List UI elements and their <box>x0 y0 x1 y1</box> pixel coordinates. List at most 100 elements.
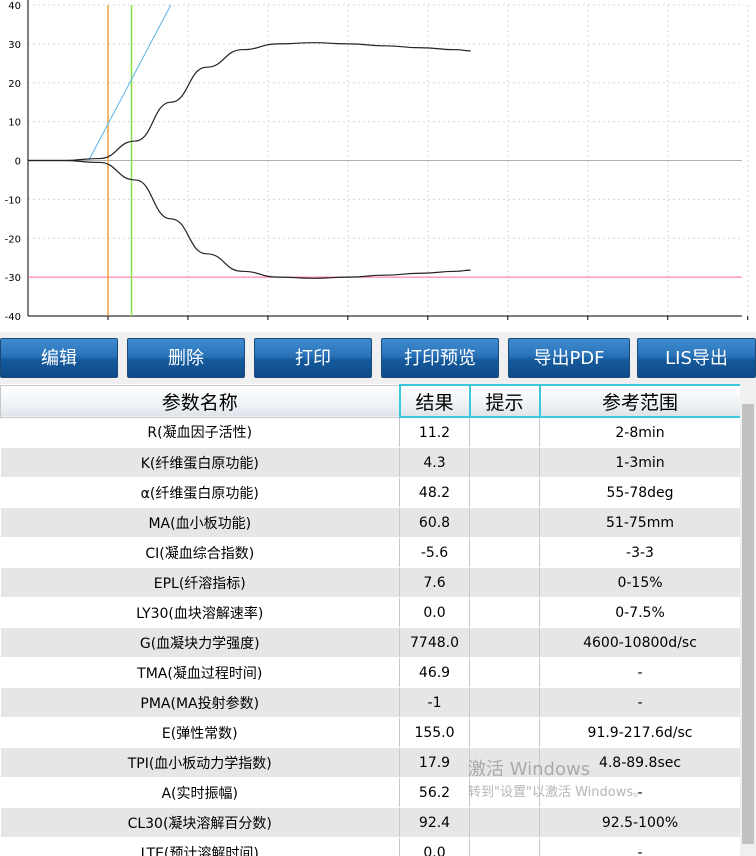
lis-export-button[interactable]: LIS导出 <box>637 338 756 378</box>
y-tick-label: -20 <box>5 234 21 245</box>
result-cell: 0.0 <box>399 597 470 628</box>
param-name-cell: α(纤维蛋白原功能) <box>0 477 400 508</box>
y-tick-label: 0 <box>15 157 21 168</box>
result-cell: 60.8 <box>399 507 470 538</box>
table-row[interactable]: R(凝血因子活性) 11.2 2-8min <box>0 417 741 448</box>
param-name-cell: CI(凝血综合指数) <box>0 537 400 568</box>
table-row[interactable]: A(实时振幅) 56.2 - <box>0 777 741 808</box>
hint-cell <box>469 837 540 856</box>
hint-cell <box>469 687 540 718</box>
table-row[interactable]: LY30(血块溶解速率) 0.0 0-7.5% <box>0 597 741 628</box>
reference-range-cell: - <box>539 837 741 856</box>
reference-range-cell: 0-15% <box>539 567 741 598</box>
reference-range-cell: - <box>539 687 741 718</box>
table-row[interactable]: PMA(MA投射参数) -1 - <box>0 687 741 718</box>
hint-cell <box>469 717 540 748</box>
result-cell: 11.2 <box>399 417 470 448</box>
hint-cell <box>469 567 540 598</box>
col-header-range[interactable]: 参考范围 <box>538 384 742 418</box>
delete-button[interactable]: 删除 <box>127 338 245 378</box>
result-cell: 4.3 <box>399 447 470 478</box>
table-row[interactable]: EPL(纤溶指标) 7.6 0-15% <box>0 567 741 598</box>
param-name-cell: EPL(纤溶指标) <box>0 567 400 598</box>
y-tick-label: -40 <box>5 312 21 323</box>
y-tick-label: 20 <box>8 79 21 90</box>
reference-range-cell: 91.9-217.6d/sc <box>539 717 741 748</box>
param-name-cell: K(纤维蛋白原功能) <box>0 447 400 478</box>
reference-range-cell: - <box>539 657 741 688</box>
reference-range-cell: 4600-10800d/sc <box>539 627 741 658</box>
reference-range-cell: 51-75mm <box>539 507 741 538</box>
param-name-cell: PMA(MA投射参数) <box>0 687 400 718</box>
lower-trace-curve <box>28 159 471 279</box>
col-header-name[interactable]: 参数名称 <box>0 384 400 418</box>
table-row[interactable]: CI(凝血综合指数) -5.6 -3-3 <box>0 537 741 568</box>
export-pdf-button[interactable]: 导出PDF <box>508 338 630 378</box>
scrollbar-thumb[interactable] <box>742 404 754 844</box>
hint-cell <box>469 507 540 538</box>
hint-cell <box>469 447 540 478</box>
results-table-container: 参数名称 结果 提示 参考范围 R(凝血因子活性) 11.2 2-8min K(纤维蛋… <box>0 384 756 856</box>
result-cell: 0.0 <box>399 837 470 856</box>
table-row[interactable]: TPI(血小板动力学指数) 17.9 4.8-89.8sec <box>0 747 741 778</box>
reference-range-cell: 2-8min <box>539 417 741 448</box>
result-cell: 48.2 <box>399 477 470 508</box>
reference-range-cell: 55-78deg <box>539 477 741 508</box>
table-scrollbar[interactable] <box>740 384 756 856</box>
hint-cell <box>469 597 540 628</box>
reference-range-cell: -3-3 <box>539 537 741 568</box>
param-name-cell: R(凝血因子活性) <box>0 417 400 448</box>
edit-button[interactable]: 编辑 <box>0 338 118 378</box>
param-name-cell: CL30(凝块溶解百分数) <box>0 807 400 838</box>
param-name-cell: LY30(血块溶解速率) <box>0 597 400 628</box>
toolbar: 编辑 删除 打印 打印预览 导出PDF LIS导出 <box>0 332 756 384</box>
y-tick-label: 10 <box>8 118 21 129</box>
y-tick-label: 40 <box>8 1 21 12</box>
reference-range-cell: 92.5-100% <box>539 807 741 838</box>
print-button[interactable]: 打印 <box>254 338 372 378</box>
hint-cell <box>469 747 540 778</box>
print-preview-button[interactable]: 打印预览 <box>381 338 499 378</box>
result-cell: 7.6 <box>399 567 470 598</box>
table-row[interactable]: CL30(凝块溶解百分数) 92.4 92.5-100% <box>0 807 741 838</box>
result-cell: -1 <box>399 687 470 718</box>
y-tick-label: -30 <box>5 273 21 284</box>
header-row: 参数名称 结果 提示 参考范围 <box>0 384 742 418</box>
result-cell: 56.2 <box>399 777 470 808</box>
result-cell: 155.0 <box>399 717 470 748</box>
table-row[interactable]: G(血凝块力学强度) 7748.0 4600-10800d/sc <box>0 627 741 658</box>
reference-range-cell: 0-7.5% <box>539 597 741 628</box>
hint-cell <box>469 477 540 508</box>
param-name-cell: G(血凝块力学强度) <box>0 627 400 658</box>
param-name-cell: E(弹性常数) <box>0 717 400 748</box>
table-row[interactable]: MA(血小板功能) 60.8 51-75mm <box>0 507 741 538</box>
reference-range-cell: 4.8-89.8sec <box>539 747 741 778</box>
reference-range-cell: 1-3min <box>539 447 741 478</box>
param-name-cell: MA(血小板功能) <box>0 507 400 538</box>
col-header-hint[interactable]: 提示 <box>468 384 541 418</box>
y-tick-label: 30 <box>8 40 21 51</box>
tracing-chart: 40 30 20 10 0 -10 -20 -30 -40 <box>0 0 756 332</box>
table-row[interactable]: K(纤维蛋白原功能) 4.3 1-3min <box>0 447 741 478</box>
result-cell: -5.6 <box>399 537 470 568</box>
y-tick-label: -10 <box>5 195 21 206</box>
hint-cell <box>469 417 540 448</box>
table-row[interactable]: α(纤维蛋白原功能) 48.2 55-78deg <box>0 477 741 508</box>
param-name-cell: LTE(预计溶解时间) <box>0 837 400 856</box>
param-name-cell: A(实时振幅) <box>0 777 400 808</box>
table-row[interactable]: LTE(预计溶解时间) 0.0 - <box>0 837 741 856</box>
tracing-chart-svg: 40 30 20 10 0 -10 -20 -30 -40 <box>5 0 749 323</box>
col-header-result[interactable]: 结果 <box>398 384 471 418</box>
upper-trace-curve <box>28 42 471 162</box>
hint-cell <box>469 537 540 568</box>
hint-cell <box>469 657 540 688</box>
param-name-cell: TMA(凝血过程时间) <box>0 657 400 688</box>
results-table: 参数名称 结果 提示 参考范围 R(凝血因子活性) 11.2 2-8min K(纤维蛋… <box>0 384 742 856</box>
result-cell: 7748.0 <box>399 627 470 658</box>
hint-cell <box>469 627 540 658</box>
table-row[interactable]: TMA(凝血过程时间) 46.9 - <box>0 657 741 688</box>
hint-cell <box>469 777 540 808</box>
result-cell: 17.9 <box>399 747 470 778</box>
result-cell: 46.9 <box>399 657 470 688</box>
table-row[interactable]: E(弹性常数) 155.0 91.9-217.6d/sc <box>0 717 741 748</box>
